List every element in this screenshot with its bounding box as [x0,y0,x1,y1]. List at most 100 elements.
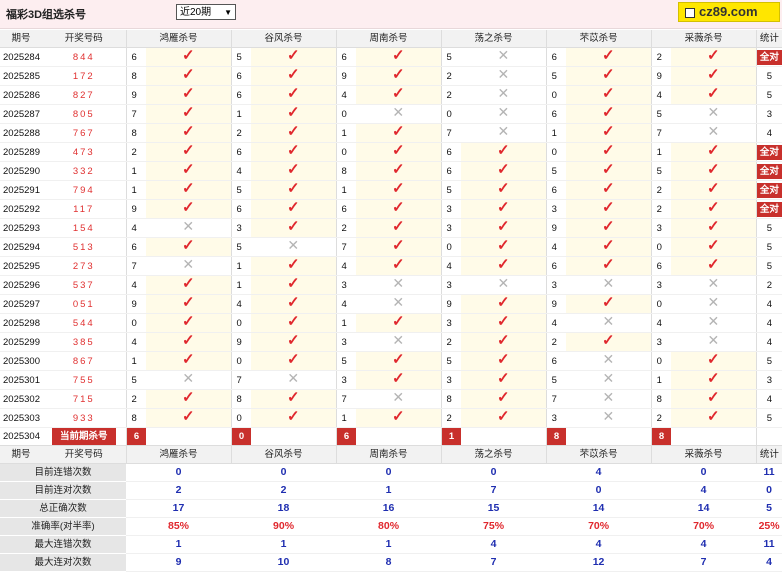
cross-icon: ✕ [707,313,720,329]
summary-row: 最大连错次数 1 1 1 4 4 4 11 [0,535,782,554]
kill-number: 0 [125,313,146,333]
col-stats: 统计 [755,30,782,48]
kill-number: 9 [335,66,357,86]
kill-number: 3 [440,199,462,219]
stat-cell: 5 [755,408,782,428]
check-icon: ✓ [707,85,720,102]
check-icon: ✓ [707,142,720,159]
stat-cell: 5 [755,66,782,86]
draw-number: 867 [42,351,126,371]
summary-value: 7 [651,553,757,572]
check-icon: ✓ [497,351,510,368]
kill-number: 7 [335,237,357,257]
result-mark: ✓ [461,332,547,352]
result-mark: ✓ [671,142,757,162]
kill-number: 1 [125,161,146,181]
result-mark: ✓ [146,275,232,295]
summary-value: 1 [126,535,232,554]
kill-number: 9 [545,218,567,238]
kill-number: 6 [230,142,252,162]
kill-number: 4 [650,85,672,105]
kill-number: 2 [125,142,146,162]
kill-number: 4 [650,313,672,333]
result-mark: ✕ [146,256,232,276]
result-mark: ✕ [566,408,652,428]
stat-cell: 4 [755,313,782,333]
kill-number: 8 [335,161,357,181]
result-mark: ✓ [146,332,232,352]
result-mark: ✓ [461,218,547,238]
result-mark: ✓ [251,275,337,295]
col-method: 芣苡杀号 [545,30,652,48]
check-icon: ✓ [602,104,615,121]
period-select[interactable]: 近20期 ▼ [176,4,236,20]
result-mark: ✓ [146,351,232,371]
draw-number: 544 [42,313,126,333]
draw-number: 933 [42,408,126,428]
result-mark: ✓ [251,256,337,276]
result-mark: ✓ [566,332,652,352]
result-mark: ✕ [671,294,757,314]
result-mark: ✓ [146,85,232,105]
result-mark: ✕ [356,104,442,124]
summary-label: 总正确次数 [0,499,126,518]
kill-number: 6 [440,161,462,181]
cross-icon: ✕ [287,370,300,386]
check-icon: ✓ [602,47,615,64]
result-mark: ✓ [356,161,442,181]
kill-number: 3 [545,408,567,428]
result-mark: ✓ [146,237,232,257]
kill-number: 0 [650,237,672,257]
period-cell: 2025291 [0,180,42,200]
summary-value: 0 [756,481,782,500]
result-mark: ✓ [356,370,442,390]
site-logo[interactable]: cz89.com [678,2,780,22]
result-mark: ✓ [671,199,757,219]
kill-number: 7 [230,370,252,390]
logo-square-icon [685,7,695,18]
kill-number: 3 [440,218,462,238]
col-method: 采薇杀号 [650,30,757,48]
result-mark: ✓ [356,218,442,238]
check-icon: ✓ [497,142,510,159]
summary-value: 2 [231,481,337,500]
table-row: 2025285 172 8 ✓ 6 ✓ 9 ✓ 2 ✕ 5 ✓ 9 ✓ 5 [0,66,782,86]
stat-cell: 4 [755,123,782,143]
check-icon: ✓ [286,351,300,368]
result-mark: ✓ [356,199,442,219]
period-cell: 2025288 [0,123,42,143]
kill-number: 6 [545,47,567,67]
result-mark: ✓ [251,161,337,181]
kill-number: 9 [545,294,567,314]
col-draw: 开奖号码 [42,445,126,464]
result-mark: ✓ [566,218,652,238]
check-icon: ✓ [286,142,300,159]
kill-number: 5 [545,370,567,390]
current-kill-number: 6 [127,428,146,445]
kill-number: 5 [125,370,146,390]
table-row: 2025292 117 9 ✓ 6 ✓ 6 ✓ 3 ✓ 3 ✓ 2 ✓ 全对 [0,199,782,219]
table-row: 2025288 767 8 ✓ 2 ✓ 1 ✓ 7 ✕ 1 ✓ 7 ✕ 4 [0,123,782,143]
kill-number: 0 [230,313,252,333]
cross-icon: ✕ [602,351,615,367]
table-row: 2025303 933 8 ✓ 0 ✓ 1 ✓ 2 ✓ 3 ✕ 2 ✓ 5 [0,408,782,428]
check-icon: ✓ [392,313,405,330]
result-mark: ✓ [461,161,547,181]
result-mark: ✓ [356,123,442,143]
summary-row: 目前连对次数 2 2 1 7 0 4 0 [0,481,782,500]
current-empty [671,427,757,446]
check-icon: ✓ [707,351,720,368]
result-mark: ✕ [461,104,547,124]
draw-number: 844 [42,47,126,67]
check-icon: ✓ [286,313,300,330]
period-cell: 2025292 [0,199,42,219]
all-correct-badge: 全对 [757,182,782,198]
result-mark: ✕ [566,275,652,295]
summary-value: 5 [756,499,782,518]
summary-label: 最大连对次数 [0,553,126,572]
kill-number: 7 [335,389,357,409]
period-cell: 2025295 [0,256,42,276]
draw-number: 767 [42,123,126,143]
check-icon: ✓ [392,370,405,387]
check-icon: ✓ [392,123,405,140]
